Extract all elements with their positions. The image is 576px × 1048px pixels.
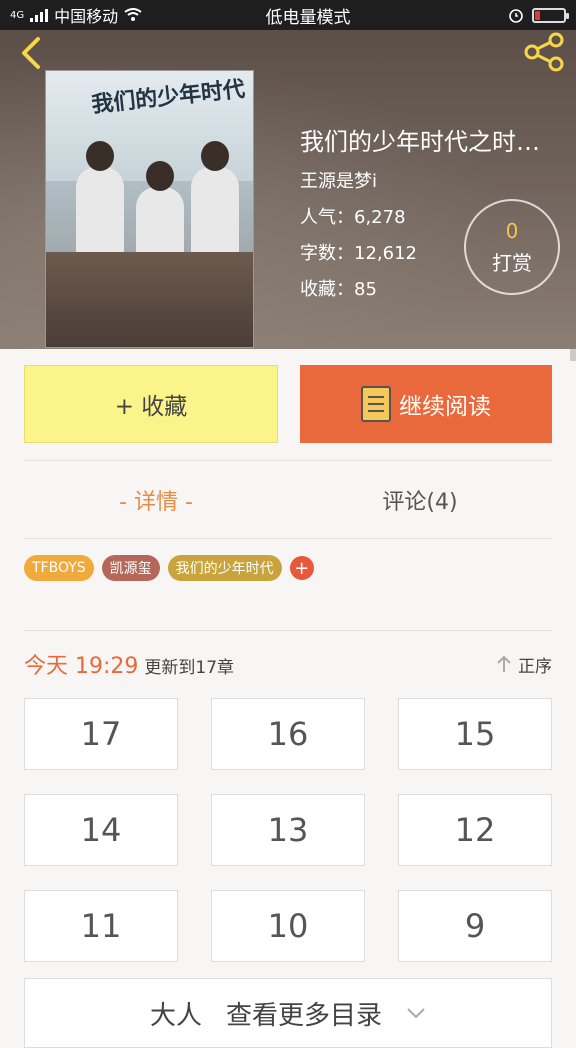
tag-shaonian[interactable]: 我们的少年时代 [167, 555, 282, 581]
tag-kaiyuanxi[interactable]: 凯源玺 [101, 555, 160, 581]
book-author[interactable]: 王源是梦i [300, 167, 576, 193]
tip-count: 0 [505, 219, 519, 243]
power-mode-label: 低电量模式 [265, 7, 351, 28]
scrollbar[interactable] [570, 349, 576, 361]
tag-tfboys[interactable]: TFBOYS [24, 555, 94, 581]
update-time: 今天 19:29 [24, 654, 139, 679]
status-bar: 4G 中国移动 低电量模式 [0, 0, 576, 30]
alarm-icon [509, 9, 523, 23]
signal-icon [30, 8, 49, 22]
tab-comments[interactable]: 评论(4) [288, 462, 552, 538]
arrow-up-icon [497, 655, 511, 672]
divider [24, 460, 552, 461]
chapter-cell[interactable]: 9 [398, 890, 552, 962]
wifi-icon [124, 8, 142, 21]
book-icon [361, 386, 391, 422]
chapter-cell[interactable]: 16 [211, 698, 365, 770]
tab-details[interactable]: - 详情 - [24, 462, 288, 538]
view-more-chapters-button[interactable]: 大人 查看更多目录 [24, 978, 552, 1048]
chapter-cell[interactable]: 12 [398, 794, 552, 866]
book-title: 我们的少年时代之时… [300, 128, 540, 156]
chapter-cell[interactable]: 11 [24, 890, 178, 962]
network-label: 4G [10, 9, 25, 21]
sort-order-button[interactable]: 正序 [496, 652, 552, 677]
chapter-cell[interactable]: 13 [211, 794, 365, 866]
continue-reading-label: 继续阅读 [399, 394, 491, 420]
update-row: 今天 19:29 更新到17章 正序 [24, 648, 552, 680]
more-prefix: 大人 [149, 1000, 202, 1031]
book-cover[interactable]: 我们的少年时代 [45, 70, 254, 348]
chapter-cell[interactable]: 15 [398, 698, 552, 770]
more-label: 查看更多目录 [226, 1000, 383, 1031]
chapter-grid: 17 16 15 14 13 12 11 10 9 [24, 698, 552, 962]
back-arrow-icon[interactable] [14, 36, 48, 70]
share-icon[interactable] [522, 32, 566, 72]
battery-fill [535, 10, 541, 20]
divider [24, 630, 552, 631]
update-text: 更新到17章 [144, 658, 235, 678]
chevron-down-icon [407, 1008, 425, 1019]
chapter-cell[interactable]: 17 [24, 698, 178, 770]
battery-icon [532, 7, 569, 23]
carrier-label: 中国移动 [54, 7, 119, 26]
tip-label: 打赏 [492, 251, 532, 275]
book-header: 我们的少年时代 我们的少年时代之时… 王源是梦i 人气：6,278 字数：12,… [0, 30, 576, 349]
tag-list: TFBOYS 凯源玺 我们的少年时代 + [24, 555, 314, 581]
chapter-cell[interactable]: 14 [24, 794, 178, 866]
tip-button[interactable]: 0 打赏 [464, 199, 560, 295]
divider [24, 538, 552, 539]
tab-bar: - 详情 - 评论(4) [24, 462, 552, 538]
chapter-cell[interactable]: 10 [211, 890, 365, 962]
sort-label: 正序 [518, 656, 552, 677]
continue-reading-button[interactable]: 继续阅读 [300, 365, 552, 443]
favorite-button[interactable]: + 收藏 [24, 365, 278, 443]
add-tag-button[interactable]: + [289, 556, 314, 580]
